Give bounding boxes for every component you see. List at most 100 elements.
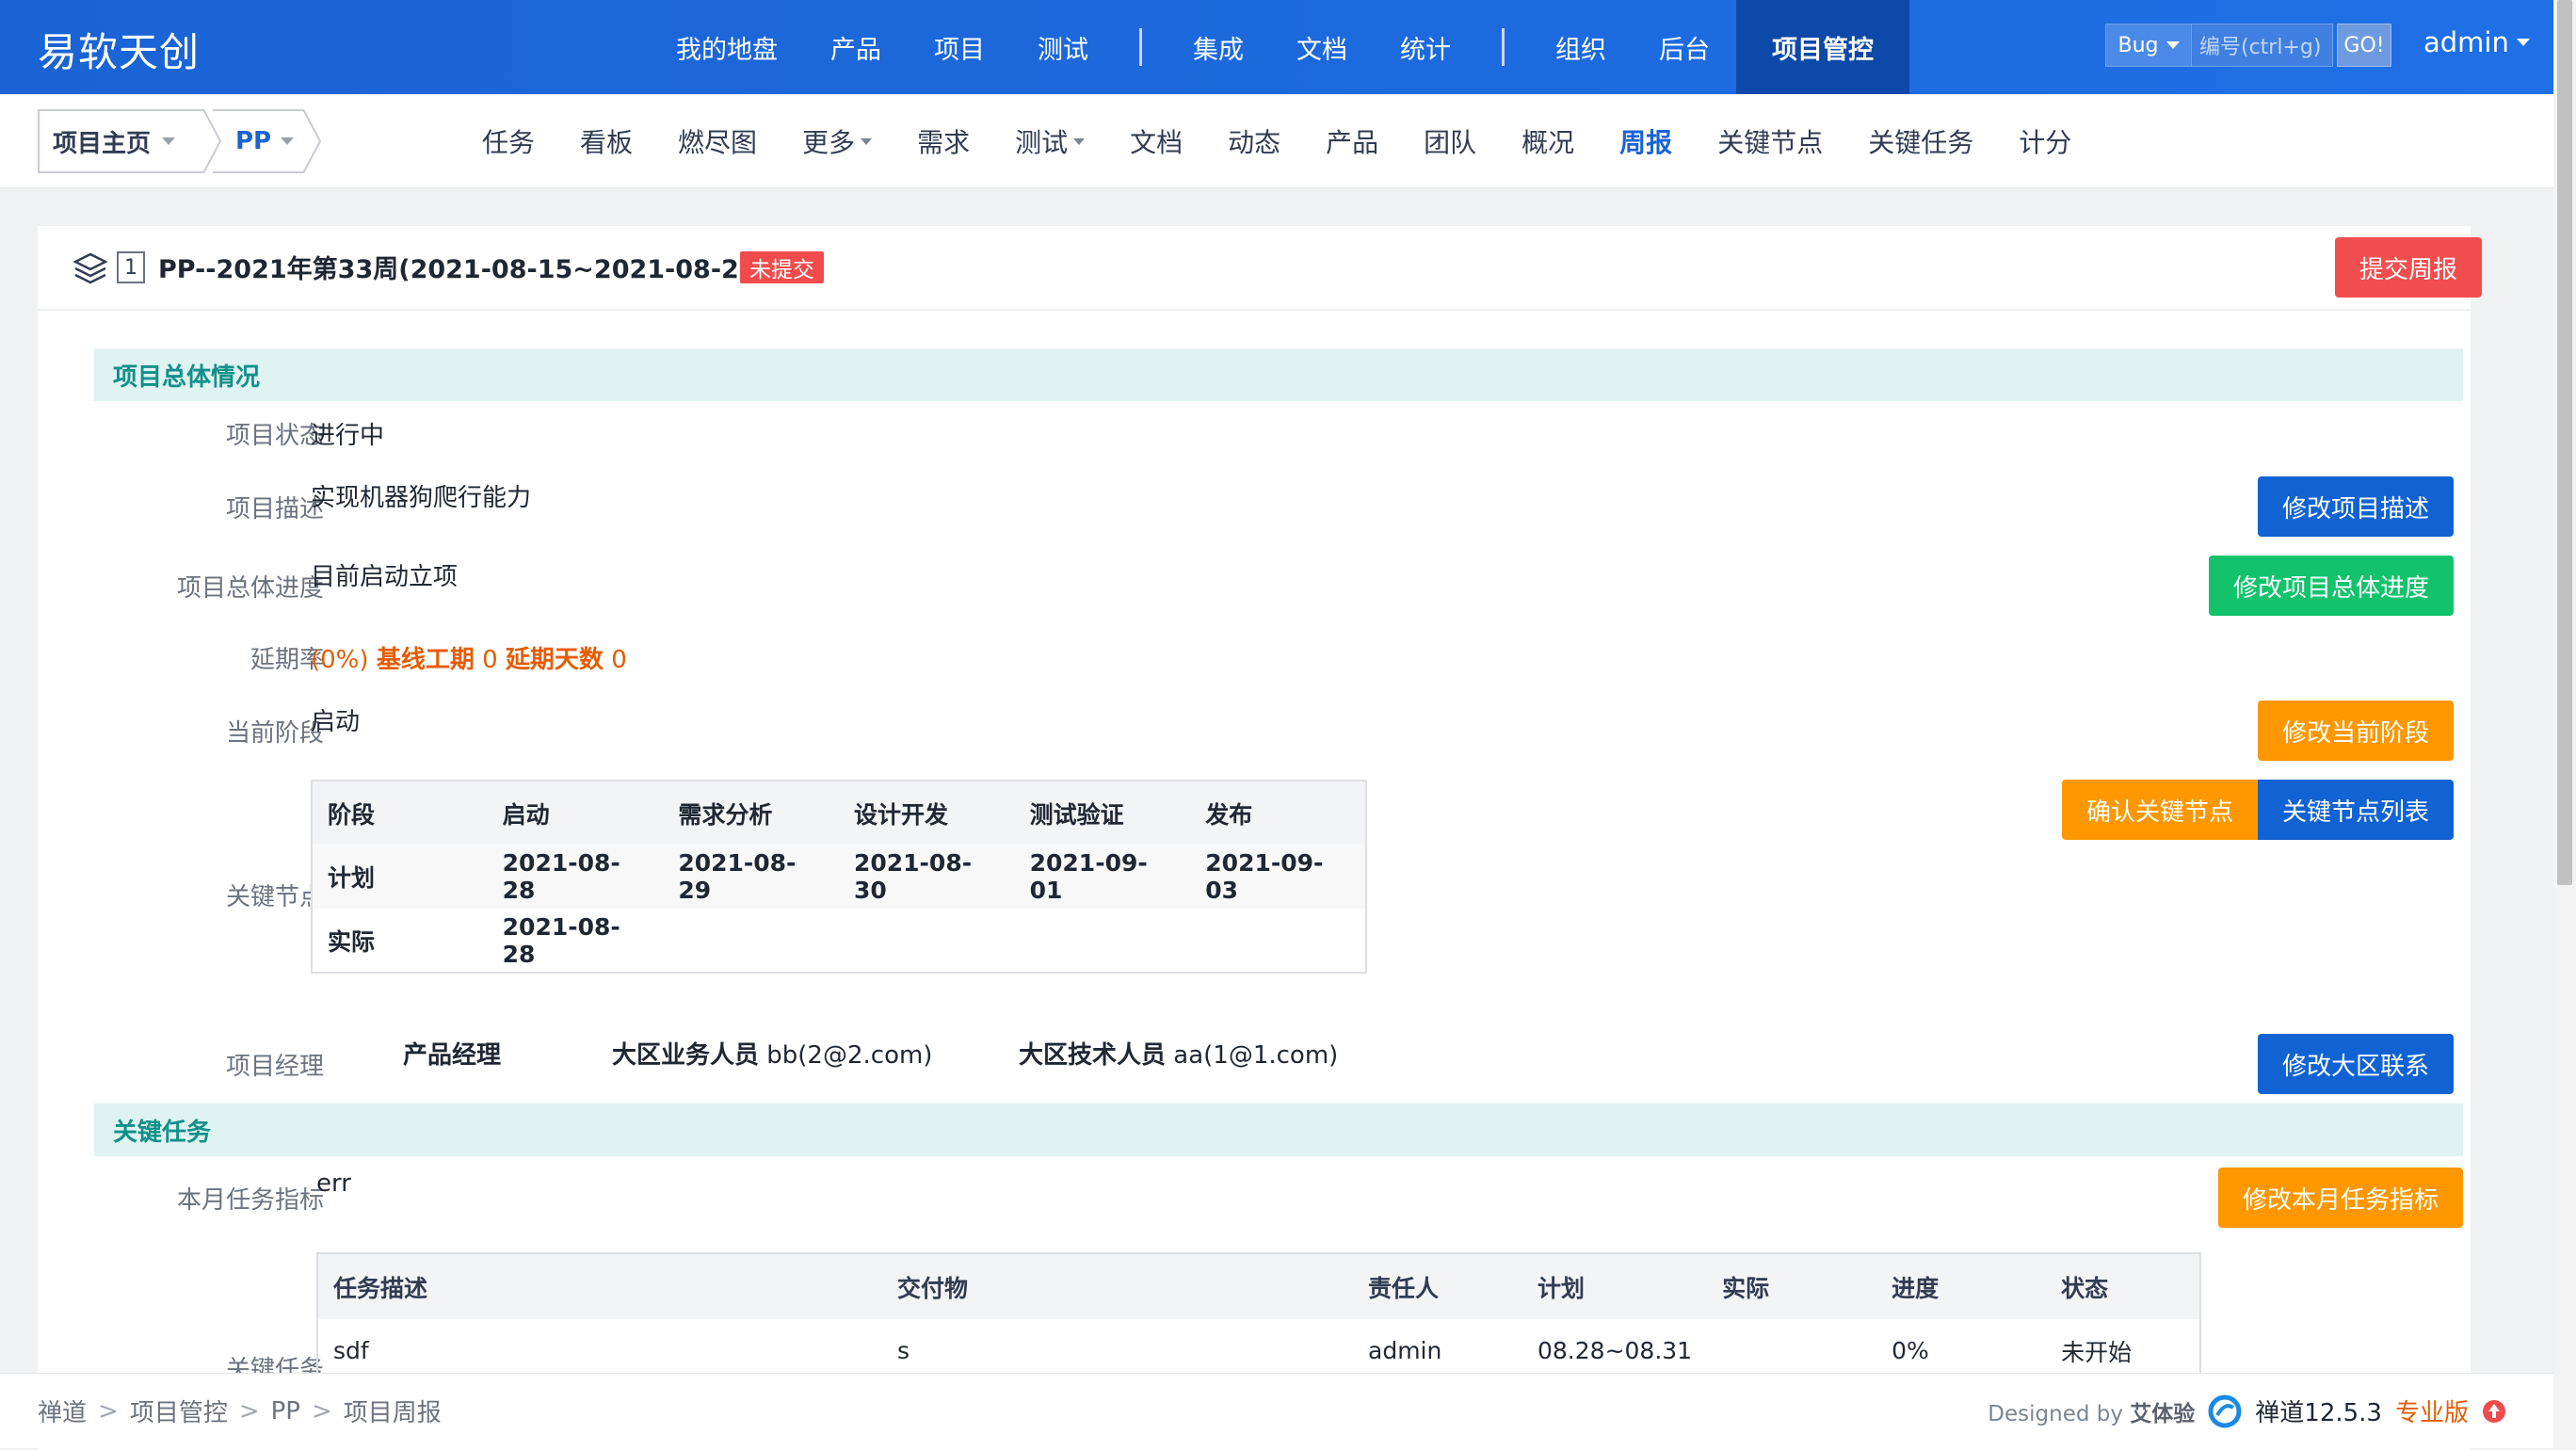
table-cell: 2021-09-03 [1205, 849, 1324, 904]
tab-overview[interactable]: 概况 [1499, 122, 1597, 160]
tab-more[interactable]: 更多 [780, 122, 894, 160]
nav-product[interactable]: 产品 [804, 0, 908, 94]
zentao-logo-icon [2208, 1394, 2242, 1427]
product-manager: 产品经理 [403, 1036, 501, 1071]
version-label[interactable]: 禅道12.5.3 [2255, 1394, 2382, 1428]
submit-report-button[interactable]: 提交周报 [2335, 237, 2482, 298]
tab-label: 更多 [802, 127, 856, 158]
upgrade-icon[interactable] [2482, 1399, 2506, 1424]
report-id: 1 [117, 251, 145, 283]
breadcrumb-label: 项目主页 [53, 129, 152, 158]
edit-monthly-button[interactable]: 修改本月任务指标 [2218, 1168, 2463, 1228]
breadcrumb-current: 项目周报 [343, 1399, 442, 1427]
breadcrumb-link[interactable]: PP [271, 1397, 300, 1426]
report-title: PP--2021年第33周(2021-08-15~2021-08-21)周报 [158, 255, 819, 284]
nav-project-control[interactable]: 项目管控 [1736, 0, 1909, 94]
monthly-value: err [316, 1169, 351, 1198]
nav-my[interactable]: 我的地盘 [650, 0, 804, 94]
table-cell: 阶段 [328, 800, 376, 829]
tab-weekly-report[interactable]: 周报 [1597, 122, 1695, 160]
breadcrumb-separator: > [238, 1396, 260, 1426]
table-cell: 实际 [328, 927, 376, 956]
stage-value: 启动 [311, 708, 361, 736]
chevron-down-icon [162, 137, 176, 145]
tab-label: 概况 [1521, 127, 1575, 158]
table-cell: 2021-08-28 [502, 849, 620, 904]
table-cell: 2021-08-28 [502, 912, 620, 968]
nav-test[interactable]: 测试 [1011, 0, 1115, 94]
search-input[interactable]: 编号(ctrl+g) [2192, 24, 2333, 67]
stage-label: 当前阶段 [225, 719, 324, 748]
app-logo[interactable]: 易软天创 [38, 21, 200, 78]
tech-label: 大区技术人员 [1019, 1041, 1167, 1070]
search-go-button[interactable]: GO! [2337, 24, 2391, 67]
key-task-table: 任务描述 交付物 责任人 计划 实际 进度 状态 sdf s admin 08.… [316, 1252, 2201, 1384]
nav-doc[interactable]: 文档 [1270, 0, 1374, 94]
nav-stats[interactable]: 统计 [1374, 0, 1477, 94]
breadcrumb-separator: > [98, 1396, 119, 1426]
milestone-list-button[interactable]: 关键节点列表 [2258, 780, 2454, 840]
edit-stage-button[interactable]: 修改当前阶段 [2258, 701, 2454, 761]
column-header: 任务描述 [317, 1253, 882, 1319]
nav-divider [1139, 28, 1142, 66]
user-name: admin [2423, 26, 2509, 58]
breadcrumb-arrow-icon [302, 109, 322, 173]
confirm-milestones-button[interactable]: 确认关键节点 [2062, 780, 2258, 840]
status-badge: 未提交 [740, 251, 824, 283]
edit-contact-button[interactable]: 修改大区联系 [2258, 1034, 2454, 1094]
tab-dynamic[interactable]: 动态 [1205, 122, 1303, 160]
scrollbar-thumb[interactable] [2557, 0, 2572, 885]
tab-label: 关键任务 [1868, 127, 1974, 158]
section-key-tasks-header: 关键任务 [94, 1104, 2463, 1156]
edit-desc-button[interactable]: 修改项目描述 [2258, 476, 2454, 537]
column-header: 实际 [1707, 1253, 1877, 1319]
tab-burndown[interactable]: 燃尽图 [655, 122, 780, 160]
tab-doc[interactable]: 文档 [1107, 122, 1205, 160]
designed-by-label: Designed by [1988, 1401, 2123, 1426]
delay-days-label: 延期天数 [505, 646, 604, 674]
footer-bar: 禅道 > 项目管控 > PP > 项目周报 Designed by 艾体验 禅道… [0, 1373, 2553, 1448]
delay-info: (0%) 基线工期 0 延期天数 0 [311, 640, 627, 675]
edit-progress-button[interactable]: 修改项目总体进度 [2209, 556, 2454, 616]
table-row: 阶段 启动 需求分析 设计开发 测试验证 发布 [312, 781, 1366, 845]
desc-value: 实现机器狗爬行能力 [311, 484, 532, 512]
table-cell: 启动 [502, 800, 550, 829]
breadcrumb-link[interactable]: 禅道 [38, 1394, 87, 1428]
breadcrumb-project-select[interactable]: PP [213, 109, 303, 173]
nav-org[interactable]: 组织 [1529, 0, 1633, 94]
table-cell: 设计开发 [853, 800, 948, 829]
breadcrumb-link[interactable]: 项目管控 [130, 1394, 228, 1428]
user-menu[interactable]: admin [2423, 26, 2530, 58]
progress-label: 项目总体进度 [176, 574, 324, 603]
tab-team[interactable]: 团队 [1401, 122, 1499, 160]
chevron-down-icon [281, 137, 295, 145]
designed-by[interactable]: Designed by 艾体验 [1988, 1395, 2195, 1427]
regional-tech: 大区技术人员 aa(1@1.com) [1019, 1036, 1338, 1071]
tab-task[interactable]: 任务 [459, 122, 557, 160]
table-cell [663, 909, 839, 973]
tab-label: 需求 [917, 127, 971, 158]
search-type-select[interactable]: Bug [2105, 24, 2192, 67]
footer-info: Designed by 艾体验 禅道12.5.3 专业版 [1988, 1394, 2506, 1428]
nav-integration[interactable]: 集成 [1167, 0, 1270, 94]
delay-label: 延期率 [250, 646, 324, 674]
tab-score[interactable]: 计分 [1996, 122, 2094, 160]
tab-key-tasks[interactable]: 关键任务 [1845, 122, 1996, 160]
tab-kanban[interactable]: 看板 [557, 122, 655, 160]
tab-label: 看板 [580, 127, 634, 158]
edition-label[interactable]: 专业版 [2395, 1394, 2469, 1428]
tab-product[interactable]: 产品 [1303, 122, 1401, 160]
tab-label: 动态 [1228, 127, 1281, 158]
nav-project[interactable]: 项目 [908, 0, 1011, 94]
progress-value: 目前启动立项 [311, 563, 459, 591]
table-cell: 发布 [1205, 800, 1253, 829]
milestone-table: 阶段 启动 需求分析 设计开发 测试验证 发布 计划 2021-08-28 20… [311, 780, 1367, 974]
nav-admin[interactable]: 后台 [1633, 0, 1736, 94]
breadcrumb-project-home[interactable]: 项目主页 [38, 109, 203, 173]
tab-label: 测试 [1015, 127, 1069, 158]
tab-test[interactable]: 测试 [992, 122, 1107, 160]
tab-milestones[interactable]: 关键节点 [1695, 122, 1845, 160]
tab-label: 团队 [1424, 127, 1477, 158]
page-scrollbar[interactable] [2553, 0, 2576, 1448]
tab-story[interactable]: 需求 [894, 122, 992, 160]
